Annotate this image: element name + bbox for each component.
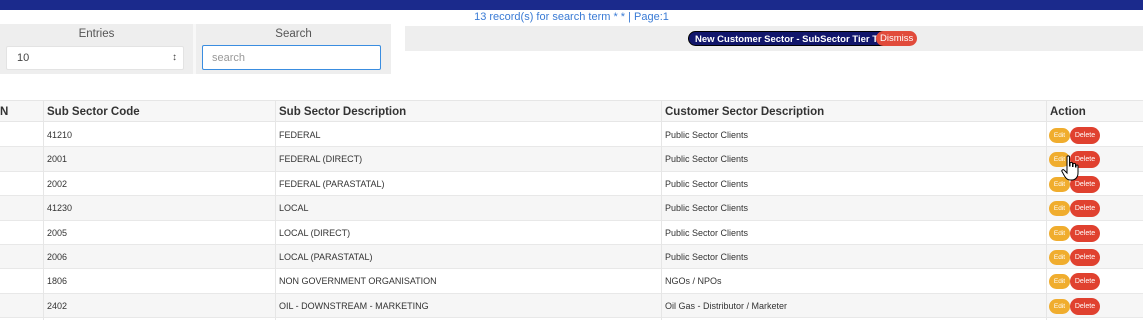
column-divider [1046, 100, 1047, 320]
cell-sub-sector-code: 2402 [47, 300, 68, 311]
table-row: 41230 LOCAL Public Sector Clients Edit Delet… [0, 196, 1143, 221]
new-tag-button[interactable]: New Customer Sector - SubSector Tier Tag [688, 31, 896, 46]
cell-sub-sector-code: 2002 [47, 178, 68, 189]
search-input[interactable] [202, 45, 381, 70]
edit-button[interactable]: Edit [1049, 128, 1070, 143]
search-control: Search [196, 24, 391, 74]
edit-button[interactable]: Edit [1049, 225, 1070, 241]
cell-sub-sector-description: FEDERAL (DIRECT) [279, 154, 363, 165]
table-controls: Entries 10 ↕ Search [0, 24, 391, 74]
table-row: 2005 LOCAL (DIRECT) Public Sector Clients E… [0, 221, 1143, 245]
dismiss-button[interactable]: Dismiss [876, 31, 918, 46]
delete-button[interactable]: Delete [1070, 200, 1100, 218]
cell-customer-sector-description: Public Sector Clients [665, 130, 749, 140]
edit-button[interactable]: Edit [1049, 298, 1070, 314]
cell-customer-sector-description: Public Sector Clients [665, 154, 749, 165]
tag-bar: New Customer Sector - SubSector Tier Tag… [405, 26, 1143, 51]
cell-customer-sector-description: Oil Gas - Distributor / Marketer [665, 300, 788, 311]
entries-label: Entries [78, 28, 115, 40]
cell-sub-sector-code: 1806 [47, 276, 68, 287]
edit-button[interactable]: Edit [1049, 250, 1070, 265]
search-label: Search [275, 28, 312, 40]
table-row: 41210 FEDERAL Public Sector Clients Edit Del… [0, 123, 1143, 148]
table-header: N Sub Sector Code Sub Sector Description… [0, 100, 1143, 122]
cell-sub-sector-code: 2005 [47, 227, 68, 238]
cell-sub-sector-description: OIL - DOWNSTREAM - MARKETING [279, 300, 429, 311]
delete-button[interactable]: Delete [1070, 249, 1100, 266]
header-sub-sector-description[interactable]: Sub Sector Description [275, 101, 661, 123]
edit-button[interactable]: Edit [1049, 274, 1070, 290]
cell-customer-sector-description: NGOs / NPOs [665, 276, 722, 287]
cell-sub-sector-code: 41210 [47, 130, 73, 140]
record-status: 13 record(s) for search term * * | Page:… [474, 11, 669, 23]
entries-control: Entries 10 ↕ [0, 24, 193, 74]
edit-button[interactable]: Edit [1049, 201, 1070, 217]
table-row: 2002 FEDERAL (PARASTATAL) Public Sector Cl… [0, 172, 1143, 197]
select-arrows-icon: ↕ [172, 52, 177, 63]
header-action: Action [1050, 106, 1086, 118]
cell-sub-sector-code: 2001 [47, 154, 68, 165]
delete-button[interactable]: Delete [1070, 224, 1100, 242]
cell-sub-sector-description: LOCAL (DIRECT) [279, 227, 351, 238]
table-row: 2006 LOCAL (PARASTATAL) Public Sector Clie… [0, 245, 1143, 270]
delete-button[interactable]: Delete [1070, 127, 1100, 144]
column-divider [43, 100, 44, 320]
table-row: 2402 OIL - DOWNSTREAM - MARKETING Oil Gas … [0, 293, 1143, 319]
delete-button[interactable]: Delete [1070, 297, 1100, 315]
cell-customer-sector-description: Public Sector Clients [665, 178, 749, 189]
entries-value: 10 [17, 52, 30, 64]
cell-sub-sector-description: FEDERAL (PARASTATAL) [279, 178, 385, 189]
cell-customer-sector-description: Public Sector Clients [665, 203, 749, 214]
hand-cursor-icon [1061, 155, 1079, 181]
cell-sub-sector-description: LOCAL (PARASTATAL) [279, 252, 373, 262]
table-row: 2001 FEDERAL (DIRECT) Public Sector Client… [0, 147, 1143, 172]
cell-sub-sector-description: FEDERAL [279, 130, 321, 140]
delete-button[interactable]: Delete [1070, 273, 1100, 291]
header-customer-sector-description[interactable]: Customer Sector Description [661, 101, 1046, 123]
cell-sub-sector-code: 41230 [47, 203, 73, 214]
header-sub-sector-code[interactable]: Sub Sector Code [43, 101, 275, 123]
column-divider [275, 100, 276, 320]
entries-select[interactable]: 10 ↕ [6, 46, 184, 70]
cell-customer-sector-description: Public Sector Clients [665, 227, 749, 238]
cell-customer-sector-description: Public Sector Clients [665, 252, 749, 262]
cell-sub-sector-code: 2006 [47, 252, 68, 262]
column-divider [661, 100, 662, 320]
cell-sub-sector-description: LOCAL [279, 203, 309, 214]
top-bar [0, 0, 1143, 10]
table-row: 1806 NON GOVERNMENT ORGANISATION NGOs / NP… [0, 269, 1143, 294]
cell-sub-sector-description: NON GOVERNMENT ORGANISATION [279, 276, 437, 287]
header-n[interactable]: N [0, 101, 40, 123]
